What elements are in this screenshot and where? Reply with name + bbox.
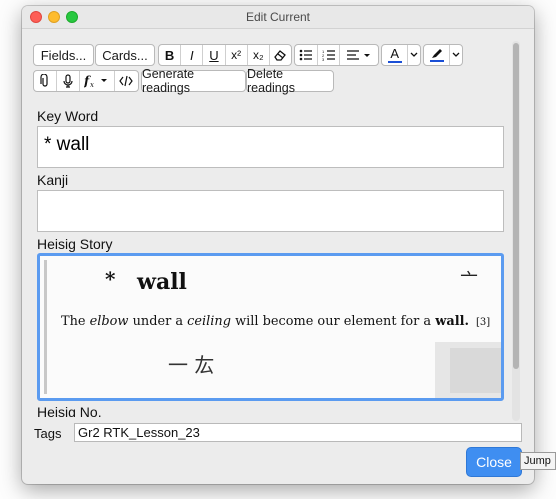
story-word-under: under a [133, 314, 184, 329]
story-word-ceiling: ceiling [187, 314, 231, 329]
text-color-button[interactable]: A [382, 45, 409, 65]
tags-label: Tags [34, 426, 62, 441]
story-handwriting: 一 厷 [168, 353, 214, 377]
jump-tooltip: Jump [520, 452, 556, 470]
heisig-story-field[interactable]: * wall 亠 The elbow under a ceiling will … [37, 253, 504, 401]
delete-readings-button[interactable]: Delete readings [246, 67, 334, 95]
function-icon: fx [84, 74, 107, 88]
paperclip-icon [40, 74, 48, 87]
function-dropdown[interactable]: fx [80, 71, 115, 91]
eraser-button[interactable] [270, 45, 291, 65]
scrollbar-thumb[interactable] [513, 43, 519, 369]
story-word-wall: wall. [434, 314, 469, 329]
html-icon [119, 75, 133, 87]
numbered-list-button[interactable]: 123 [318, 45, 341, 65]
key-word-field[interactable]: * wall [37, 126, 504, 168]
media-button-group: fx [33, 70, 139, 92]
italic-button[interactable]: I [181, 45, 204, 65]
subscript-button[interactable]: x₂ [248, 45, 270, 65]
format-button-group: B I U x² x₂ [158, 44, 292, 66]
field-label-key-word: Key Word [37, 108, 99, 124]
underline-button[interactable]: U [203, 45, 226, 65]
highlight-color-button[interactable] [424, 45, 451, 65]
titlebar: Edit Current [22, 6, 534, 29]
story-word-the: The [61, 314, 86, 329]
story-asterisk: * [105, 267, 116, 291]
fields-button[interactable]: Fields... [33, 44, 94, 66]
text-color-swatch [387, 61, 402, 63]
key-word-value: * wall [44, 134, 90, 155]
cards-button[interactable]: Cards... [95, 44, 155, 66]
story-word-middle: will become our element for a [235, 314, 431, 329]
story-frame-number: [3] [476, 317, 490, 328]
highlight-color-dropdown[interactable] [450, 45, 462, 65]
align-dropdown[interactable] [340, 45, 378, 65]
pen-icon [431, 49, 442, 58]
story-kanji-glyph: 亠 [460, 270, 478, 291]
story-sentence: The elbow under a ceiling will become ou… [61, 314, 469, 329]
highlight-color-group [423, 44, 463, 66]
window-title: Edit Current [245, 10, 311, 24]
story-keyword: wall [136, 269, 187, 295]
superscript-button[interactable]: x² [226, 45, 248, 65]
microphone-icon [63, 74, 73, 88]
text-color-label: A [390, 46, 399, 61]
close-button[interactable]: Close [466, 447, 522, 477]
generate-readings-button[interactable]: Generate readings [141, 67, 246, 95]
svg-text:x: x [90, 81, 94, 88]
text-color-dropdown[interactable] [408, 45, 420, 65]
field-label-heisig-no: Heisig No. [37, 404, 102, 417]
bullet-list-icon [299, 49, 312, 61]
numbered-list-icon: 123 [322, 49, 335, 61]
chevron-down-icon [452, 52, 460, 57]
eraser-icon [274, 50, 287, 61]
tags-input[interactable]: Gr2 RTK_Lesson_23 [74, 423, 522, 442]
edit-current-window: Edit Current Fields... Cards... B I U x²… [22, 6, 534, 484]
html-editor-button[interactable] [115, 71, 137, 91]
list-button-group: 123 [294, 44, 379, 66]
svg-text:3: 3 [322, 57, 325, 61]
align-icon [347, 50, 371, 60]
field-label-heisig-story: Heisig Story [37, 236, 113, 252]
kanji-field[interactable] [37, 190, 504, 232]
chevron-down-icon [410, 52, 418, 57]
field-label-kanji: Kanji [37, 172, 69, 188]
story-word-elbow: elbow [90, 314, 129, 329]
bullet-list-button[interactable] [295, 45, 318, 65]
bold-button[interactable]: B [159, 45, 182, 65]
heisig-story-image: * wall 亠 The elbow under a ceiling will … [40, 256, 501, 398]
highlight-color-swatch [429, 60, 444, 62]
attach-button[interactable] [34, 71, 57, 91]
text-color-group: A [381, 44, 421, 66]
record-audio-button[interactable] [57, 71, 80, 91]
